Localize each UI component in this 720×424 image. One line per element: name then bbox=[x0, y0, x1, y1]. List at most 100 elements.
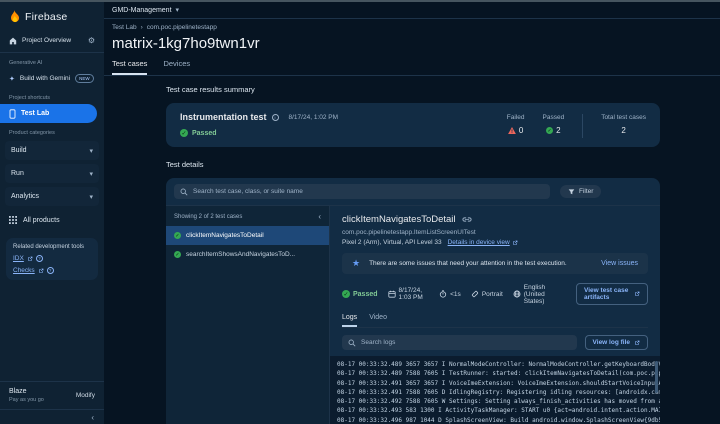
build-label: Build bbox=[11, 147, 27, 154]
filter-button[interactable]: Filter bbox=[560, 185, 602, 198]
check-circle-icon: ✓ bbox=[546, 127, 554, 134]
case-locale-meta: English (United States) bbox=[513, 284, 566, 305]
case-detail-panel: clickItemNavigatesToDetail com.poc.pipel… bbox=[330, 206, 660, 424]
case-timestamp: 8/17/24, 1:03 PM bbox=[398, 287, 423, 301]
sidebar-item-build[interactable]: Build ▾ bbox=[5, 141, 99, 160]
test-type-label: Instrumentation test bbox=[180, 112, 267, 122]
brand-name: Firebase bbox=[25, 11, 68, 23]
sidebar: Firebase Project Overview ⚙ Generative A… bbox=[0, 2, 104, 424]
view-log-file-button[interactable]: View log file bbox=[584, 335, 648, 350]
case-search-input[interactable] bbox=[193, 188, 544, 195]
firebase-flame-icon bbox=[9, 10, 20, 24]
sidebar-item-analytics[interactable]: Analytics ▾ bbox=[5, 187, 99, 206]
failed-label: Failed bbox=[506, 114, 525, 121]
gear-icon[interactable]: ⚙ bbox=[88, 36, 95, 45]
breadcrumb: Test Lab › com.poc.pipelinetestapp bbox=[112, 24, 712, 31]
sidebar-item-test-lab[interactable]: Test Lab bbox=[0, 104, 97, 123]
content: Test case results summary Instrumentatio… bbox=[104, 76, 720, 424]
tab-devices[interactable]: Devices bbox=[163, 59, 190, 75]
test-lab-label: Test Lab bbox=[21, 110, 50, 117]
case-timestamp-meta: 8/17/24, 1:03 PM bbox=[387, 287, 430, 301]
chevron-down-icon: ▾ bbox=[89, 170, 93, 178]
sidebar-collapse-button[interactable]: ‹ bbox=[0, 409, 104, 424]
log-output[interactable]: 08-17 00:33:32.489 3657 3657 I NormalMod… bbox=[330, 356, 660, 424]
test-details-card: Filter Showing 2 of 2 test cases ‹ ✓ c bbox=[166, 178, 660, 424]
page-header: Test Lab › com.poc.pipelinetestapp matri… bbox=[104, 19, 720, 76]
case-duration-meta: <1s bbox=[439, 290, 461, 298]
log-search-input[interactable] bbox=[361, 339, 571, 346]
external-link-icon bbox=[512, 240, 518, 246]
external-link-icon bbox=[38, 268, 44, 274]
sidebar-item-build-with-gemini[interactable]: ✦ Build with Gemini NEW bbox=[0, 69, 104, 88]
passed-count: 2 bbox=[556, 126, 561, 135]
list-item-clickItemNavigatesToDetail[interactable]: ✓ clickItemNavigatesToDetail bbox=[166, 226, 329, 245]
modify-plan-button[interactable]: Modify bbox=[76, 392, 95, 399]
log-search-box bbox=[342, 335, 577, 350]
generative-ai-label: Generative AI bbox=[9, 60, 43, 66]
project-overview-label: Project Overview bbox=[22, 37, 72, 44]
breadcrumb-test-lab[interactable]: Test Lab bbox=[112, 24, 137, 31]
view-artifacts-button[interactable]: View test case artifacts bbox=[576, 283, 648, 305]
tab-logs[interactable]: Logs bbox=[342, 314, 358, 327]
summary-timestamp: 8/17/24, 1:02 PM bbox=[288, 113, 339, 121]
breadcrumb-package[interactable]: com.poc.pipelinetestapp bbox=[147, 24, 217, 31]
case-suite: com.poc.pipelinetestapp.ItemListScreenUI… bbox=[342, 229, 476, 236]
view-issues-button[interactable]: View issues bbox=[601, 260, 638, 267]
external-link-icon bbox=[634, 340, 640, 346]
sidebar-item-all-products[interactable]: All products bbox=[0, 208, 104, 232]
collapse-list-icon[interactable]: ‹ bbox=[318, 212, 321, 221]
run-label: Run bbox=[11, 170, 24, 177]
project-selector-label: GMD-Management bbox=[112, 6, 172, 14]
billing-plan-row: Blaze Pay as you go Modify bbox=[0, 381, 104, 409]
log-line: 08-17 00:33:32.489 7588 7605 I TestRunne… bbox=[337, 370, 660, 378]
tool-link-idx[interactable]: IDX ? bbox=[13, 255, 91, 262]
main-area: GMD-Management ▾ Test Lab › com.poc.pipe… bbox=[104, 2, 720, 424]
new-badge: NEW bbox=[75, 74, 94, 83]
sidebar-item-run[interactable]: Run ▾ bbox=[5, 164, 99, 183]
help-icon[interactable]: ? bbox=[46, 267, 54, 274]
case-item-label: clickItemNavigatesToDetail bbox=[186, 232, 264, 239]
timer-icon bbox=[439, 290, 447, 298]
help-icon[interactable]: ? bbox=[35, 255, 43, 262]
tab-test-cases[interactable]: Test cases bbox=[112, 59, 148, 75]
checks-link[interactable]: Checks bbox=[13, 267, 35, 274]
firebase-brand[interactable]: Firebase bbox=[0, 2, 104, 31]
view-log-file-label: View log file bbox=[592, 339, 630, 346]
calendar-icon bbox=[387, 290, 396, 298]
device-view-link[interactable]: Details in device view bbox=[448, 239, 518, 246]
result-meta-row: ✓ Passed 8/17/24, 1:03 PM <1s Portrait E… bbox=[342, 283, 648, 305]
stat-passed: Passed ✓ 2 bbox=[543, 114, 565, 135]
project-selector[interactable]: GMD-Management ▾ bbox=[112, 6, 179, 15]
idx-link[interactable]: IDX bbox=[13, 255, 24, 262]
related-tools-card: Related development tools IDX ? Checks ? bbox=[6, 238, 98, 280]
build-with-gemini-label: Build with Gemini bbox=[19, 75, 71, 82]
log-tabs: Logs Video bbox=[342, 314, 648, 328]
case-search-box bbox=[174, 184, 550, 199]
stat-failed: Failed 0 bbox=[507, 114, 525, 135]
search-icon bbox=[348, 339, 356, 347]
case-duration: <1s bbox=[450, 290, 461, 298]
check-circle-icon: ✓ bbox=[174, 232, 181, 239]
tool-link-checks[interactable]: Checks ? bbox=[13, 267, 91, 274]
sidebar-item-project-overview[interactable]: Project Overview ⚙ bbox=[0, 31, 104, 53]
chevron-down-icon: ▾ bbox=[89, 193, 93, 201]
total-label: Total test cases bbox=[601, 114, 646, 121]
tab-video[interactable]: Video bbox=[369, 314, 387, 327]
test-case-list: Showing 2 of 2 test cases ‹ ✓ clickItemN… bbox=[166, 206, 330, 424]
check-circle-icon: ✓ bbox=[174, 251, 181, 258]
summary-card: Instrumentation test i 8/17/24, 1:02 PM … bbox=[166, 103, 660, 147]
showing-count-label: Showing 2 of 2 test cases bbox=[174, 213, 243, 220]
log-line: 08-17 00:33:32.493 583 1300 I ActivityTa… bbox=[337, 407, 660, 415]
link-icon[interactable] bbox=[461, 217, 472, 222]
warning-triangle-icon bbox=[508, 127, 516, 134]
log-line: 08-17 00:33:32.491 7588 7605 D IdlingReg… bbox=[337, 388, 660, 396]
sparkle-icon: ✦ bbox=[9, 75, 15, 83]
grid-icon bbox=[9, 216, 17, 224]
filter-label: Filter bbox=[579, 188, 594, 195]
page-title: matrix-1kg7ho9twn1vr bbox=[112, 35, 260, 52]
info-icon[interactable]: i bbox=[271, 113, 279, 121]
filter-icon bbox=[568, 188, 575, 195]
list-item-searchItemShowsAndNavigatesToD[interactable]: ✓ searchItemShowsAndNavigatesToD... bbox=[166, 245, 329, 264]
home-icon bbox=[9, 37, 17, 45]
log-scrollbar[interactable] bbox=[655, 361, 658, 393]
